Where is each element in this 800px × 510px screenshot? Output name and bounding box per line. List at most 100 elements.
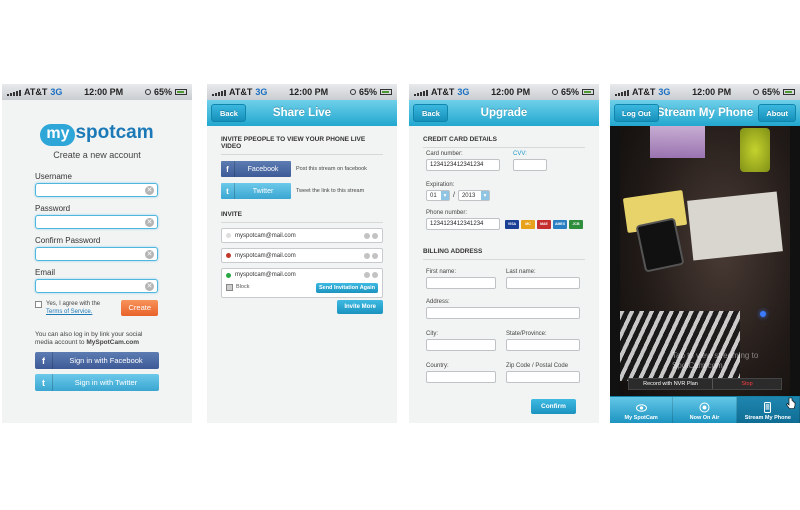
battery-icon — [174, 89, 187, 95]
exp-month-select[interactable]: 01 ▼ — [426, 190, 450, 201]
twitter-share-desc: Tweet the link to this stream — [296, 188, 365, 194]
back-button[interactable]: Back — [211, 104, 246, 122]
exp-separator: / — [453, 192, 455, 199]
tab-now-on-air[interactable]: Now On Air — [673, 397, 737, 423]
state-input[interactable] — [506, 339, 580, 351]
confirm-button[interactable]: Confirm — [531, 399, 576, 414]
zip-group: Zip Code / Postal Code — [506, 363, 580, 383]
share-facebook-row: f Facebook Post this stream on facebook — [221, 161, 383, 177]
first-name-label: First name: — [426, 269, 457, 275]
cvv-input[interactable] — [513, 159, 547, 171]
phone-label: Phone number: — [426, 210, 468, 216]
preview-object — [687, 191, 783, 261]
battery-icon — [782, 89, 795, 95]
username-label: Username — [35, 172, 72, 181]
screen-share-live: AT&T 3G 12:00 PM 65% Back Share Live INV… — [207, 84, 397, 423]
card-number-input[interactable]: 1234123412341234 — [426, 159, 500, 171]
create-button[interactable]: Create — [121, 300, 158, 316]
signal-icon — [7, 88, 21, 96]
cc-heading: CREDIT CARD DETAILS — [423, 136, 497, 143]
state-label: State/Province: — [506, 331, 547, 337]
divider — [221, 222, 383, 223]
social-login-text: You can also log in by link your social … — [35, 331, 158, 347]
invitee-email: myspotcam@mail.com — [235, 232, 296, 239]
last-name-input[interactable] — [506, 277, 580, 289]
invitee-row-expanded[interactable]: myspotcam@mail.com Block Send Invitation… — [221, 268, 383, 298]
sign-in-twitter-button[interactable]: t Sign in with Twitter — [35, 374, 159, 391]
remove-icon[interactable] — [372, 252, 378, 259]
battery-percent: 65% — [358, 87, 377, 97]
remove-icon[interactable] — [372, 272, 378, 278]
recording-indicator — [760, 311, 766, 317]
status-bar: AT&T 3G 12:00 PM 65% — [207, 84, 397, 100]
username-input[interactable]: ✕ — [35, 183, 158, 197]
remove-icon[interactable] — [372, 232, 378, 239]
password-label: Password — [35, 204, 71, 213]
sign-in-twitter-label: Sign in with Twitter — [74, 378, 138, 387]
settings-icon[interactable] — [364, 232, 370, 239]
twitter-share-button[interactable]: t Twitter — [221, 183, 291, 199]
divider — [221, 154, 383, 155]
signal-icon — [212, 88, 226, 96]
invitee-row[interactable]: myspotcam@mail.com — [221, 248, 383, 263]
lock-icon — [752, 89, 759, 95]
status-dot — [226, 233, 231, 238]
battery-icon — [379, 89, 392, 95]
clear-icon[interactable]: ✕ — [145, 250, 154, 259]
status-bar: AT&T 3G 12:00 PM 65% — [610, 84, 800, 100]
cvv-label: CVV: — [513, 151, 527, 157]
facebook-share-label: Facebook — [247, 165, 279, 173]
clear-icon[interactable]: ✕ — [145, 186, 154, 195]
country-input[interactable] — [426, 371, 496, 383]
card-number-label: Card number: — [426, 151, 463, 157]
clear-icon[interactable]: ✕ — [145, 282, 154, 291]
email-label: Email — [35, 268, 56, 277]
logout-button[interactable]: Log Out — [614, 104, 659, 122]
first-name-input[interactable] — [426, 277, 496, 289]
tab-my-spotcam[interactable]: My SpotCam — [610, 397, 674, 423]
invite-more-button[interactable]: Invite More — [337, 300, 383, 314]
lock-icon — [551, 89, 558, 95]
facebook-share-desc: Post this stream on facebook — [296, 166, 367, 172]
send-invitation-again-button[interactable]: Send Invitation Again — [315, 283, 378, 293]
billing-heading: BILLING ADDRESS — [423, 248, 483, 255]
nav-bar: Log Out Stream My Phone About — [610, 100, 800, 126]
invitee-row[interactable]: myspotcam@mail.com — [221, 228, 383, 243]
divider — [423, 147, 585, 148]
exp-year-select[interactable]: 2013 ▼ — [457, 190, 490, 201]
status-bar: AT&T 3G 12:00 PM 65% — [409, 84, 599, 100]
sign-in-facebook-label: Sign in with Facebook — [69, 356, 143, 365]
confirm-password-input[interactable]: ✕ — [35, 247, 158, 261]
stop-button[interactable]: Stop — [713, 379, 781, 389]
about-button[interactable]: About — [758, 104, 796, 122]
lock-icon — [144, 89, 151, 95]
block-label: Block — [236, 284, 250, 290]
expiration-group: Expiration: 01 ▼ / 2013 ▼ — [426, 182, 490, 201]
network-type: 3G — [50, 87, 63, 97]
exp-month-value: 01 — [430, 192, 437, 199]
settings-icon[interactable] — [364, 252, 370, 259]
facebook-share-button[interactable]: f Facebook — [221, 161, 291, 177]
signal-icon — [615, 88, 629, 96]
terms-checkbox[interactable] — [35, 301, 42, 308]
clear-icon[interactable]: ✕ — [145, 218, 154, 227]
back-button[interactable]: Back — [413, 104, 448, 122]
settings-icon[interactable] — [364, 272, 370, 278]
zip-input[interactable] — [506, 371, 580, 383]
carrier: AT&T — [24, 87, 48, 97]
city-input[interactable] — [426, 339, 496, 351]
agree-text: Yes, I agree with the — [46, 301, 101, 307]
record-nvr-button[interactable]: Record with NVR Plan — [629, 379, 713, 389]
terms-link[interactable]: Terms of Service. — [46, 309, 92, 315]
cvv-group: CVV: — [513, 151, 547, 171]
password-input[interactable]: ✕ — [35, 215, 158, 229]
phone-input[interactable]: 1234123412341234 — [426, 218, 500, 230]
nav-bar: Back Upgrade — [409, 100, 599, 126]
tab-label: Now On Air — [689, 415, 720, 421]
sign-in-facebook-button[interactable]: f Sign in with Facebook — [35, 352, 159, 369]
block-checkbox[interactable] — [226, 284, 233, 291]
address-input[interactable] — [426, 307, 580, 319]
email-input[interactable]: ✕ — [35, 279, 158, 293]
preview-overlay-text: Tap to view streaming to SpotCam.com — [672, 351, 758, 371]
state-group: State/Province: — [506, 331, 580, 351]
